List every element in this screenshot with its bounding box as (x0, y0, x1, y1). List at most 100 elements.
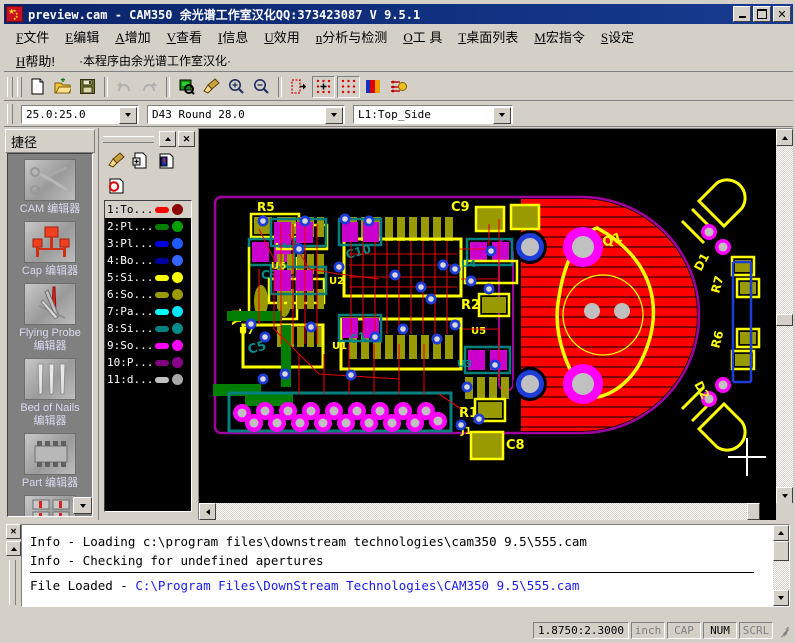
layer-color-dot[interactable] (172, 340, 183, 351)
panel-collapse-button[interactable] (159, 131, 176, 147)
combo-toolbar-grip[interactable] (7, 104, 13, 124)
close-button[interactable]: ✕ (773, 6, 791, 22)
log-resize-grip[interactable] (9, 560, 16, 605)
zoom-out-button[interactable] (250, 76, 273, 98)
layer-row[interactable]: 6:So... (105, 286, 191, 303)
menu-item-view[interactable]: V查看 (167, 27, 202, 46)
toolbar-grip-2[interactable] (17, 76, 22, 97)
layer-add-icon[interactable] (130, 150, 152, 172)
layer-row[interactable]: 1:To... (105, 201, 191, 218)
layer-color-bar[interactable] (155, 257, 169, 264)
toolbar-grip[interactable] (7, 76, 13, 97)
pcb-canvas[interactable]: Q1 D1 D2 R7 R6 R5 C3 C4 U6 U7 U2 C10 C1 … (199, 129, 777, 504)
log-close-button[interactable]: ✕ (6, 524, 21, 539)
add-pad-button[interactable] (287, 76, 310, 98)
redo-button[interactable] (138, 76, 161, 98)
window-resize-grip[interactable] (777, 624, 791, 638)
menu-item-info[interactable]: I信息 (218, 27, 248, 46)
menu-item-edit[interactable]: E编辑 (65, 27, 99, 46)
hscroll-thumb[interactable] (747, 503, 760, 520)
layer-color-dot[interactable] (172, 255, 183, 266)
layer-row[interactable]: 8:Si... (105, 320, 191, 337)
log-footer-link[interactable]: C:\Program Files\DownStream Technologies… (135, 578, 579, 593)
maximize-button[interactable] (753, 6, 771, 22)
hscroll-track[interactable] (216, 503, 760, 520)
query-button[interactable] (175, 76, 198, 98)
units-indicator[interactable]: inch (631, 622, 665, 639)
sidebar-item-cap-editor[interactable]: Cap 编辑器 (8, 216, 92, 278)
layer-color-bar[interactable] (155, 359, 169, 366)
layer-color-bar[interactable] (155, 376, 169, 383)
grid-display-button[interactable] (337, 75, 360, 98)
layer-color-dot[interactable] (172, 357, 183, 368)
net-settings-button[interactable] (387, 76, 410, 98)
sidebar-item-cam-editor[interactable]: CAM 编辑器 (8, 154, 92, 216)
log-scroll-thumb[interactable] (773, 541, 789, 561)
layer-color-bar[interactable] (155, 291, 169, 298)
sidebar-item-flying-probe-editor[interactable]: Flying Probe 编辑器 (8, 278, 92, 353)
layer-book-icon[interactable] (155, 150, 177, 172)
log-collapse-button[interactable] (6, 541, 21, 556)
layer-row[interactable]: 10:P... (105, 354, 191, 371)
menu-item-file[interactable]: F文件 (16, 27, 49, 46)
layer-stop-icon[interactable] (105, 175, 127, 197)
layer-row[interactable]: 4:Bo... (105, 252, 191, 269)
layer-color-bar[interactable] (155, 308, 169, 315)
log-output[interactable]: Info - Loading c:\program files\downstre… (21, 524, 790, 607)
layer-color-bar[interactable] (155, 206, 169, 213)
layer-color-dot[interactable] (172, 238, 183, 249)
layer-row[interactable]: 5:Si... (105, 269, 191, 286)
chevron-down-icon[interactable] (119, 106, 137, 124)
menu-item-analysis[interactable]: n分析与检测 (316, 27, 388, 46)
layer-color-dot[interactable] (172, 204, 183, 215)
undo-button[interactable] (113, 76, 136, 98)
chevron-down-icon[interactable] (493, 106, 511, 124)
layer-color-bar[interactable] (155, 325, 169, 332)
scroll-up-button[interactable] (776, 129, 793, 146)
minimize-button[interactable] (733, 6, 751, 22)
zoom-in-button[interactable] (225, 76, 248, 98)
sidebar-item-part-editor[interactable]: Part 编辑器 (8, 428, 92, 490)
canvas-vertical-scrollbar[interactable] (776, 129, 793, 504)
scroll-down-button[interactable] (776, 487, 793, 504)
menu-item-utilities[interactable]: U效用 (264, 27, 299, 46)
menu-item-add[interactable]: A增加 (115, 27, 150, 46)
menu-item-tablelist[interactable]: T桌面列表 (458, 27, 518, 46)
layer-row[interactable]: 7:Pa... (105, 303, 191, 320)
layer-row[interactable]: 3:Pl... (105, 235, 191, 252)
layer-row[interactable]: 9:So... (105, 337, 191, 354)
open-file-button[interactable] (51, 76, 74, 98)
sidebar-items-list[interactable]: CAM 编辑器 Cap 编辑器 Flying Probe 编辑器 Bed of … (7, 153, 93, 517)
save-file-button[interactable] (76, 76, 99, 98)
layer-combo[interactable]: L1:Top_Side (353, 104, 513, 124)
menu-item-macro[interactable]: M宏指令 (534, 27, 585, 46)
layer-color-bar[interactable] (155, 274, 169, 281)
menu-item-tools[interactable]: O工 具 (403, 27, 442, 46)
vscroll-thumb[interactable] (776, 314, 793, 326)
layer-color-dot[interactable] (172, 374, 183, 385)
grid-combo[interactable]: 25.0:25.0 (21, 104, 139, 124)
layer-color-bar[interactable] (155, 223, 169, 230)
scroll-left-button[interactable] (199, 503, 216, 520)
layer-list[interactable]: 1:To... 2:Pl... 3:Pl... 4:Bo... 5:Si... (104, 200, 192, 512)
layers-panel-grip[interactable] (103, 135, 154, 143)
layer-row[interactable]: 11:d... (105, 371, 191, 388)
chevron-down-icon[interactable] (325, 106, 343, 124)
aperture-combo[interactable]: D43 Round 28.0 (147, 104, 345, 124)
layer-color-bar[interactable] (155, 240, 169, 247)
sidebar-item-bed-of-nails-editor[interactable]: Bed of Nails 编辑器 (8, 353, 92, 428)
layer-color-dot[interactable] (172, 306, 183, 317)
new-file-button[interactable] (26, 76, 49, 98)
paintbrush-button[interactable] (200, 76, 223, 98)
layer-paint-icon[interactable] (105, 150, 127, 172)
layers-panel-titlebar[interactable]: ✕ (102, 131, 195, 147)
menu-item-help[interactable]: H帮助! (16, 51, 55, 70)
color-layers-button[interactable] (362, 76, 385, 98)
layer-color-dot[interactable] (172, 323, 183, 334)
menu-item-settings[interactable]: S设定 (601, 27, 634, 46)
canvas-horizontal-scrollbar[interactable] (199, 503, 777, 520)
layer-color-bar[interactable] (155, 342, 169, 349)
panel-close-button[interactable]: ✕ (178, 131, 195, 147)
layer-color-dot[interactable] (172, 272, 183, 283)
layer-color-dot[interactable] (172, 289, 183, 300)
